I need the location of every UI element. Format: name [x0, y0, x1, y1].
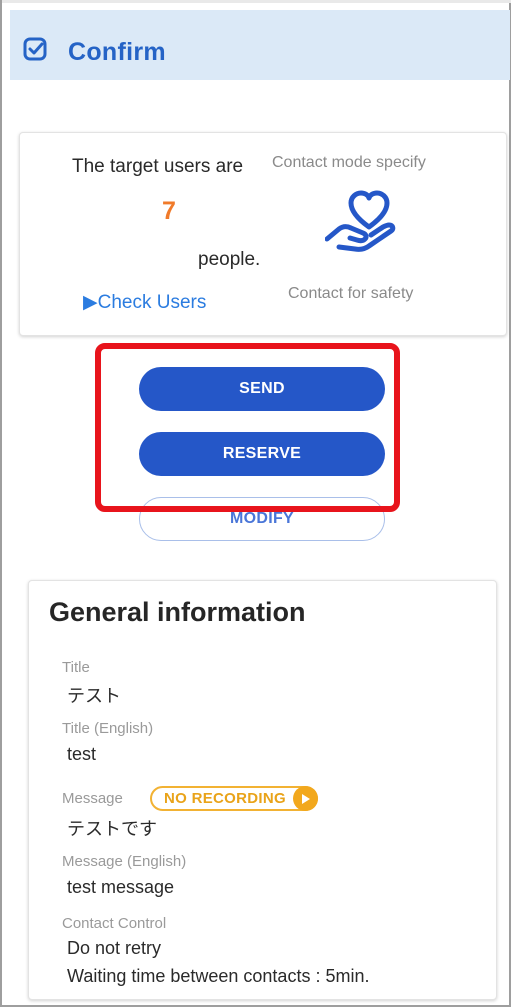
heart-hand-icon — [325, 190, 396, 252]
title-english-value: test — [67, 744, 97, 764]
message-label: Message — [62, 790, 123, 807]
target-users-prefix: The target users are — [72, 156, 244, 177]
check-users-link[interactable]: ▶Check Users — [83, 291, 206, 314]
message-english-value: test message — [67, 877, 175, 897]
contact-mode-value: Contact for safety — [288, 285, 414, 302]
general-information-heading: General information — [49, 597, 306, 627]
no-recording-badge: NO RECORDING — [150, 786, 318, 811]
target-summary-card: The target users are 7 people. ▶Check Us… — [19, 132, 507, 336]
page-title: Confirm — [68, 38, 166, 66]
target-users-suffix: people. — [198, 249, 261, 270]
page-header: Confirm — [10, 10, 510, 80]
title-english-label: Title (English) — [62, 720, 154, 737]
waiting-time-value: Waiting time between contacts : 5min. — [67, 966, 370, 986]
contact-control-label: Contact Control — [62, 915, 167, 932]
app-frame: Confirm The target users are 7 people. ▶… — [0, 0, 511, 1007]
play-icon[interactable] — [292, 786, 318, 811]
top-edge — [2, 0, 511, 3]
title-value: テスト — [67, 686, 121, 706]
highlight-box — [95, 343, 400, 512]
message-value: テストです — [67, 819, 157, 839]
target-users-count: 7 — [162, 197, 176, 225]
general-information-card: General information Title テスト Title (Eng… — [28, 580, 497, 1000]
no-recording-label: NO RECORDING — [164, 790, 286, 807]
retry-setting-value: Do not retry — [67, 938, 162, 958]
title-label: Title — [62, 659, 90, 676]
confirm-check-icon — [23, 37, 47, 61]
contact-mode-label: Contact mode specify — [272, 154, 426, 171]
message-english-label: Message (English) — [62, 853, 187, 870]
